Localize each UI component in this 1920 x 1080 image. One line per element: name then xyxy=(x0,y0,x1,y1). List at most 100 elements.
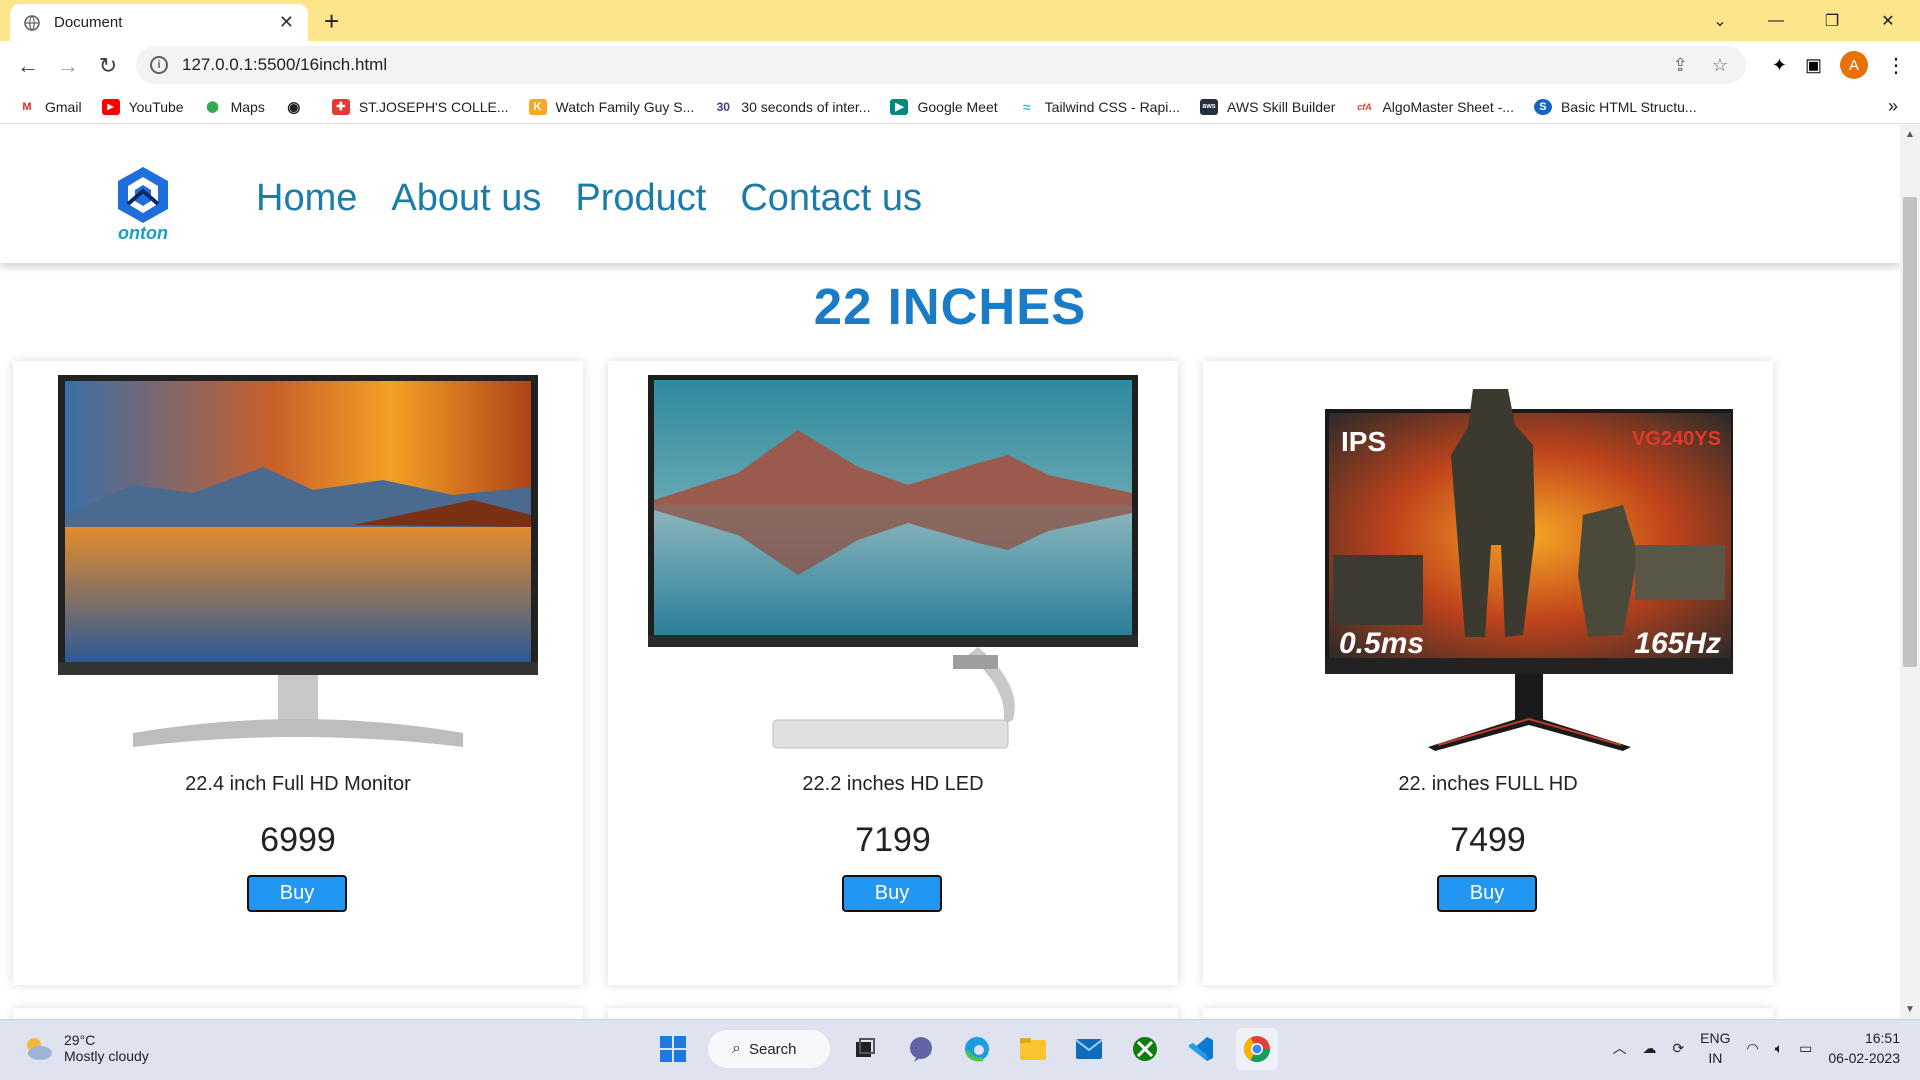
tab-search-chevron-icon[interactable]: ⌄ xyxy=(1692,0,1748,41)
site-logo[interactable]: onton xyxy=(98,163,188,243)
product-name: 22. inches FULL HD xyxy=(1398,773,1578,795)
svg-text:VG240YS: VG240YS xyxy=(1632,428,1721,450)
url-text: 127.0.0.1:5500/16inch.html xyxy=(182,55,388,74)
product-grid-row2 xyxy=(13,1008,1773,1019)
k-icon: K xyxy=(528,98,547,115)
buy-button[interactable]: Buy xyxy=(842,875,942,912)
bookmark-google-meet[interactable]: ▶ Google Meet xyxy=(890,98,998,115)
scrollbar-thumb[interactable] xyxy=(1903,197,1917,667)
globe-icon: ◉ xyxy=(287,98,301,116)
bookmark-gmail[interactable]: M Gmail xyxy=(18,99,81,115)
profile-avatar[interactable]: A xyxy=(1840,51,1868,79)
product-card: 22.2 inches HD LED 7199 Buy xyxy=(608,361,1178,985)
bookmarks-bar: M Gmail ▶ YouTube ⬤ Maps ◉ ✚ ST.JOSEPH'S COL… xyxy=(0,90,1920,124)
address-bar[interactable]: i 127.0.0.1:5500/16inch.html ⇪ ☆ xyxy=(136,46,1746,84)
bookmark-globe[interactable]: ◉ xyxy=(285,98,312,116)
svg-text:onton: onton xyxy=(118,223,168,243)
side-panel-icon[interactable]: ▣ xyxy=(1805,55,1822,76)
buy-button[interactable]: Buy xyxy=(247,875,347,912)
share-icon[interactable]: ⇪ xyxy=(1673,55,1688,76)
wifi-icon[interactable]: ◠ xyxy=(1747,1040,1759,1057)
vscode-icon[interactable] xyxy=(1180,1028,1222,1070)
tab-close-icon[interactable]: ✕ xyxy=(279,12,294,33)
site-header: onton Home About us Product Contact us xyxy=(0,125,1900,263)
taskbar-search[interactable]: ⌕ Search xyxy=(708,1030,830,1068)
product-card: 22.4 inch Full HD Monitor 6999 Buy xyxy=(13,361,583,985)
aws-icon: aws xyxy=(1200,98,1219,115)
extensions-icon[interactable]: ✦ xyxy=(1772,55,1787,76)
volume-icon[interactable]: 🔈︎ xyxy=(1775,1040,1783,1057)
file-explorer-icon[interactable] xyxy=(1012,1028,1054,1070)
windows-start-icon[interactable] xyxy=(652,1028,694,1070)
nav-contact-us[interactable]: Contact us xyxy=(740,177,922,220)
nav-about-us[interactable]: About us xyxy=(391,177,541,220)
battery-icon[interactable]: ▭ xyxy=(1799,1040,1812,1057)
monitor-image-gaming: IPS VG240YS 0.5ms 165Hz xyxy=(1325,389,1733,751)
nav-product[interactable]: Product xyxy=(575,177,706,220)
html-icon: S xyxy=(1533,98,1552,115)
scroll-down-icon[interactable]: ▼ xyxy=(1905,1004,1915,1015)
sync-icon[interactable]: ⟳ xyxy=(1672,1040,1684,1057)
tailwind-icon: ≈ xyxy=(1022,98,1031,115)
svg-text:IPS: IPS xyxy=(1341,426,1386,457)
thirty-icon: 30 xyxy=(716,99,730,114)
product-price: 7499 xyxy=(1450,821,1526,859)
menu-kebab-icon[interactable]: ⋮ xyxy=(1886,53,1906,78)
bookmark-youtube[interactable]: ▶ YouTube xyxy=(101,98,184,115)
buy-button[interactable]: Buy xyxy=(1437,875,1537,912)
algomaster-icon: cfA xyxy=(1357,101,1372,112)
meet-icon: ▶ xyxy=(890,98,909,115)
clock[interactable]: 16:51 06-02-2023 xyxy=(1828,1028,1900,1068)
monitor-image-hd-led xyxy=(648,375,1138,749)
globe-icon xyxy=(24,14,40,31)
task-view-icon[interactable] xyxy=(844,1028,886,1070)
chat-icon[interactable] xyxy=(900,1028,942,1070)
bookmark-maps[interactable]: ⬤ Maps xyxy=(204,99,264,115)
product-card-partial xyxy=(13,1008,583,1019)
maps-icon: ⬤ xyxy=(206,101,219,113)
xbox-icon[interactable] xyxy=(1124,1028,1166,1070)
bookmark-family-guy[interactable]: K Watch Family Guy S... xyxy=(528,98,694,115)
forward-button[interactable]: → xyxy=(48,46,88,86)
bookmark-tailwind[interactable]: ≈ Tailwind CSS - Rapi... xyxy=(1018,99,1180,115)
college-icon: ✚ xyxy=(331,98,350,115)
language-indicator[interactable]: ENG IN xyxy=(1700,1028,1730,1068)
more-bookmarks-icon[interactable]: » xyxy=(1888,96,1898,117)
browser-tab[interactable]: Document ✕ xyxy=(10,4,308,41)
browser-titlebar: Document ✕ + ⌄ — ❐ ✕ xyxy=(0,0,1920,41)
back-button[interactable]: ← xyxy=(8,46,48,86)
bookmark-algomaster[interactable]: cfA AlgoMaster Sheet -... xyxy=(1355,99,1514,115)
product-card-partial xyxy=(608,1008,1178,1019)
product-name: 22.2 inches HD LED xyxy=(802,773,984,795)
system-tray: ︿ ☁ ⟳ ENG IN ◠ 🔈︎ ▭ 16:51 06-02-2023 xyxy=(1612,1028,1900,1068)
bookmark-college[interactable]: ✚ ST.JOSEPH'S COLLE... xyxy=(331,98,509,115)
reload-button[interactable]: ↻ xyxy=(88,46,128,86)
close-window-button[interactable]: ✕ xyxy=(1860,0,1916,41)
product-card-partial xyxy=(1203,1008,1773,1019)
weather-widget[interactable]: 29°C Mostly cloudy xyxy=(22,1032,149,1064)
restore-button[interactable]: ❐ xyxy=(1804,0,1860,41)
bookmark-star-icon[interactable]: ☆ xyxy=(1712,55,1728,76)
youtube-icon: ▶ xyxy=(101,98,120,115)
show-hidden-icons-icon[interactable]: ︿ xyxy=(1612,1038,1626,1058)
edge-browser-icon[interactable] xyxy=(956,1028,998,1070)
mail-icon[interactable] xyxy=(1068,1028,1110,1070)
site-info-icon[interactable]: i xyxy=(150,56,168,74)
taskbar-apps: ⌕ Search xyxy=(652,1028,1278,1070)
page-title: 22 INCHES xyxy=(813,278,1087,335)
chrome-icon[interactable] xyxy=(1236,1028,1278,1070)
bookmark-30-seconds[interactable]: 30 30 seconds of inter... xyxy=(714,99,871,115)
new-tab-button[interactable]: + xyxy=(324,6,339,37)
page-viewport: onton Home About us Product Contact us 2… xyxy=(0,125,1900,1019)
scroll-up-icon[interactable]: ▲ xyxy=(1905,129,1915,140)
bookmark-html-structure[interactable]: S Basic HTML Structu... xyxy=(1533,98,1697,115)
onedrive-cloud-icon[interactable]: ☁ xyxy=(1642,1040,1656,1057)
tab-title: Document xyxy=(54,14,123,31)
windows-taskbar: 29°C Mostly cloudy ⌕ Search ︿ ☁ ⟳ ENG IN… xyxy=(0,1019,1920,1080)
nav-home[interactable]: Home xyxy=(256,177,357,220)
minimize-button[interactable]: — xyxy=(1748,0,1804,41)
bookmark-aws[interactable]: aws AWS Skill Builder xyxy=(1200,98,1335,115)
monitor-image-lg xyxy=(58,375,538,747)
search-icon: ⌕ xyxy=(732,1040,741,1057)
page-scrollbar[interactable]: ▲ ▼ xyxy=(1900,125,1920,1019)
